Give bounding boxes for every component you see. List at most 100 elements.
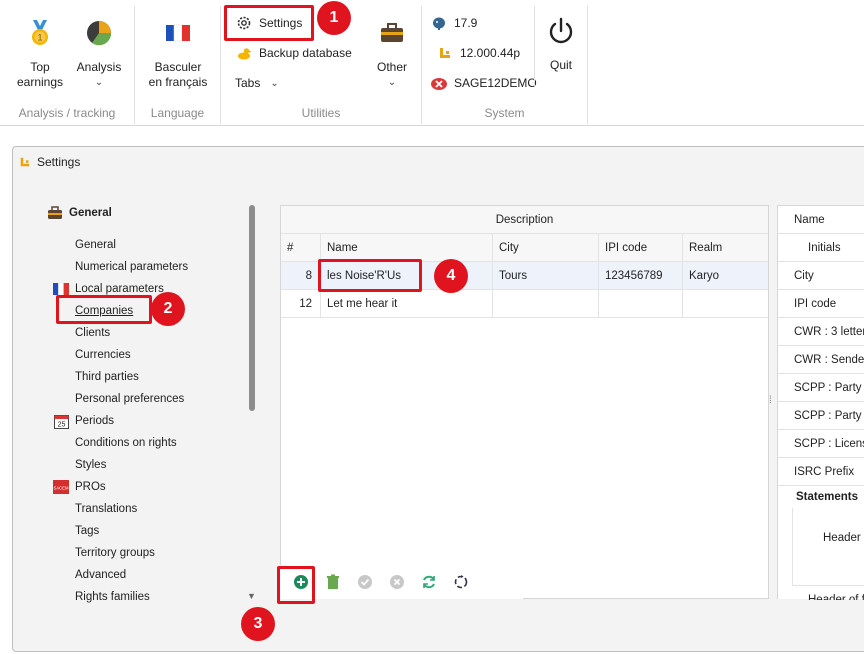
cloud-error-icon bbox=[430, 74, 448, 92]
tree-item-general[interactable]: General bbox=[75, 235, 116, 255]
row-city[interactable] bbox=[493, 290, 599, 318]
quit-button[interactable]: Quit bbox=[540, 12, 582, 73]
quit-label: Quit bbox=[549, 58, 572, 72]
annotation-badge-3: 3 bbox=[241, 607, 275, 641]
tree-item-label: Territory groups bbox=[75, 547, 155, 559]
top-earnings-label1: Top bbox=[30, 60, 50, 74]
companies-grid: Description # Name City IPI code Realm 8… bbox=[280, 205, 769, 599]
tree-item-clients[interactable]: Clients bbox=[75, 323, 110, 343]
tabs-label: Tabs bbox=[235, 76, 261, 90]
top-earnings-label2: earnings bbox=[16, 75, 64, 89]
tree-item-label: Personal preferences bbox=[75, 393, 185, 405]
add-icon[interactable] bbox=[292, 573, 310, 591]
tree-scrollbar-thumb[interactable] bbox=[249, 205, 255, 411]
tree-item-label: General bbox=[75, 239, 116, 251]
detail-label-scpp-party-id: SCPP : Party ID bbox=[778, 374, 864, 402]
backup-label: Backup database bbox=[259, 46, 352, 60]
column-header-number[interactable]: # bbox=[281, 234, 321, 262]
tree-item-conditions-on-rights[interactable]: Conditions on rights bbox=[75, 433, 177, 453]
detail-label-initials: Initials bbox=[778, 234, 864, 262]
top-earnings-button[interactable]: 1 Top earnings bbox=[10, 14, 70, 90]
row-realm[interactable] bbox=[683, 290, 770, 318]
settings-label: Settings bbox=[259, 16, 303, 30]
scroll-down-icon[interactable]: ▼ bbox=[247, 591, 256, 601]
group-label-utilities: Utilities bbox=[301, 106, 341, 120]
detail-label-cwr-3-letter: CWR : 3 letter bbox=[778, 318, 864, 346]
column-header-realm[interactable]: Realm bbox=[683, 234, 770, 262]
settings-window: Settings General General Numerical param… bbox=[12, 146, 864, 652]
tree-item-label: Advanced bbox=[75, 569, 127, 581]
tree-item-territory-groups[interactable]: Territory groups bbox=[75, 543, 155, 563]
tree-item-currencies[interactable]: Currencies bbox=[75, 345, 131, 365]
duck-icon bbox=[235, 44, 253, 62]
detail-label-ipi-code: IPI code bbox=[778, 290, 864, 318]
row-ipi-code[interactable]: 123456789 bbox=[599, 262, 683, 290]
tree-item-pros[interactable]: SACEM PROs bbox=[53, 477, 106, 497]
server-name[interactable]: SAGE12DEMO bbox=[430, 72, 537, 94]
other-button[interactable]: Other ⌄ bbox=[368, 14, 416, 90]
sync-icon[interactable] bbox=[452, 573, 470, 591]
company-detail-panel: Name Initials City IPI code CWR : 3 lett… bbox=[777, 205, 864, 600]
tree-item-companies[interactable]: Companies bbox=[75, 301, 133, 321]
panel-splitter-handle[interactable]: ⁞ bbox=[769, 395, 777, 406]
window-title: Settings bbox=[19, 155, 80, 169]
tree-item-local-parameters[interactable]: Local parameters bbox=[53, 279, 164, 299]
backup-database-button[interactable]: Backup database bbox=[235, 42, 352, 64]
tree-item-personal-preferences[interactable]: Personal preferences bbox=[75, 389, 184, 409]
annotation-badge-2: 2 bbox=[151, 292, 185, 326]
tree-item-label: Periods bbox=[75, 415, 114, 427]
settings-button[interactable]: Settings bbox=[235, 12, 302, 34]
column-header-ipi-code[interactable]: IPI code bbox=[599, 234, 683, 262]
sacem-logo-icon: SACEM bbox=[53, 479, 69, 495]
row-realm[interactable]: Karyo bbox=[683, 262, 770, 290]
tree-item-rights-families[interactable]: Rights families bbox=[75, 587, 150, 607]
tree-item-numerical-parameters[interactable]: Numerical parameters bbox=[75, 257, 188, 277]
other-label: Other bbox=[376, 60, 407, 74]
tree-item-label: Clients bbox=[75, 327, 111, 339]
elephant-icon bbox=[430, 14, 448, 32]
tree-item-translations[interactable]: Translations bbox=[75, 499, 137, 519]
annotation-badge-1: 1 bbox=[317, 1, 351, 35]
tree-item-tags[interactable]: Tags bbox=[75, 521, 99, 541]
trash-icon[interactable] bbox=[324, 573, 342, 591]
gear-icon bbox=[235, 14, 253, 32]
settings-tree: General General Numerical parameters Loc… bbox=[35, 193, 263, 609]
window-title-text: Settings bbox=[37, 155, 81, 169]
toolbox-icon bbox=[47, 205, 63, 221]
column-header-name[interactable]: Name bbox=[321, 234, 493, 262]
language-toggle-button[interactable]: Basculer en français bbox=[139, 14, 217, 90]
table-row[interactable]: 12 Let me hear it bbox=[281, 290, 768, 318]
row-name[interactable]: Let me hear it bbox=[321, 290, 493, 318]
tree-item-styles[interactable]: Styles bbox=[75, 455, 106, 475]
cancel-icon[interactable] bbox=[388, 573, 406, 591]
postgres-version: 17.9 bbox=[430, 12, 477, 34]
tree-header-general[interactable]: General bbox=[47, 203, 112, 223]
svg-text:1: 1 bbox=[37, 33, 42, 43]
refresh-icon[interactable] bbox=[420, 573, 438, 591]
analysis-button[interactable]: Analysis ⌄ bbox=[72, 14, 126, 90]
tree-item-third-parties[interactable]: Third parties bbox=[75, 367, 139, 387]
sacem-logo-text: SACEM bbox=[54, 486, 69, 491]
tabs-button[interactable]: Tabs ⌄ bbox=[235, 72, 279, 94]
language-label2: en français bbox=[148, 75, 208, 89]
calendar-icon: 25 bbox=[53, 413, 69, 429]
grid-toolbar bbox=[280, 565, 523, 599]
row-city[interactable]: Tours bbox=[493, 262, 599, 290]
tree-item-periods[interactable]: 25 Periods bbox=[53, 411, 114, 431]
server-name-text: SAGE12DEMO bbox=[454, 76, 537, 90]
tree-item-label: Third parties bbox=[75, 371, 139, 383]
chevron-down-icon: ⌄ bbox=[387, 77, 397, 88]
ribbon-group-analysis: 1 Top earnings Analysis ⌄ Analysis / tra… bbox=[0, 6, 135, 124]
table-row[interactable]: 8 les Noise'R'Us Tours 123456789 Karyo bbox=[281, 262, 768, 290]
ribbon-group-language: Basculer en français Language bbox=[135, 6, 221, 124]
tree-item-advanced[interactable]: Advanced bbox=[75, 565, 126, 585]
tree-item-label: Companies bbox=[75, 305, 134, 317]
row-number: 8 bbox=[281, 262, 321, 290]
detail-label-isrc-prefix: ISRC Prefix bbox=[778, 458, 864, 486]
tree-item-label: Local parameters bbox=[75, 283, 164, 295]
pie-chart-icon bbox=[87, 21, 112, 46]
row-ipi-code[interactable] bbox=[599, 290, 683, 318]
tree-item-label: Tags bbox=[75, 525, 100, 537]
confirm-icon[interactable] bbox=[356, 573, 374, 591]
column-header-city[interactable]: City bbox=[493, 234, 599, 262]
